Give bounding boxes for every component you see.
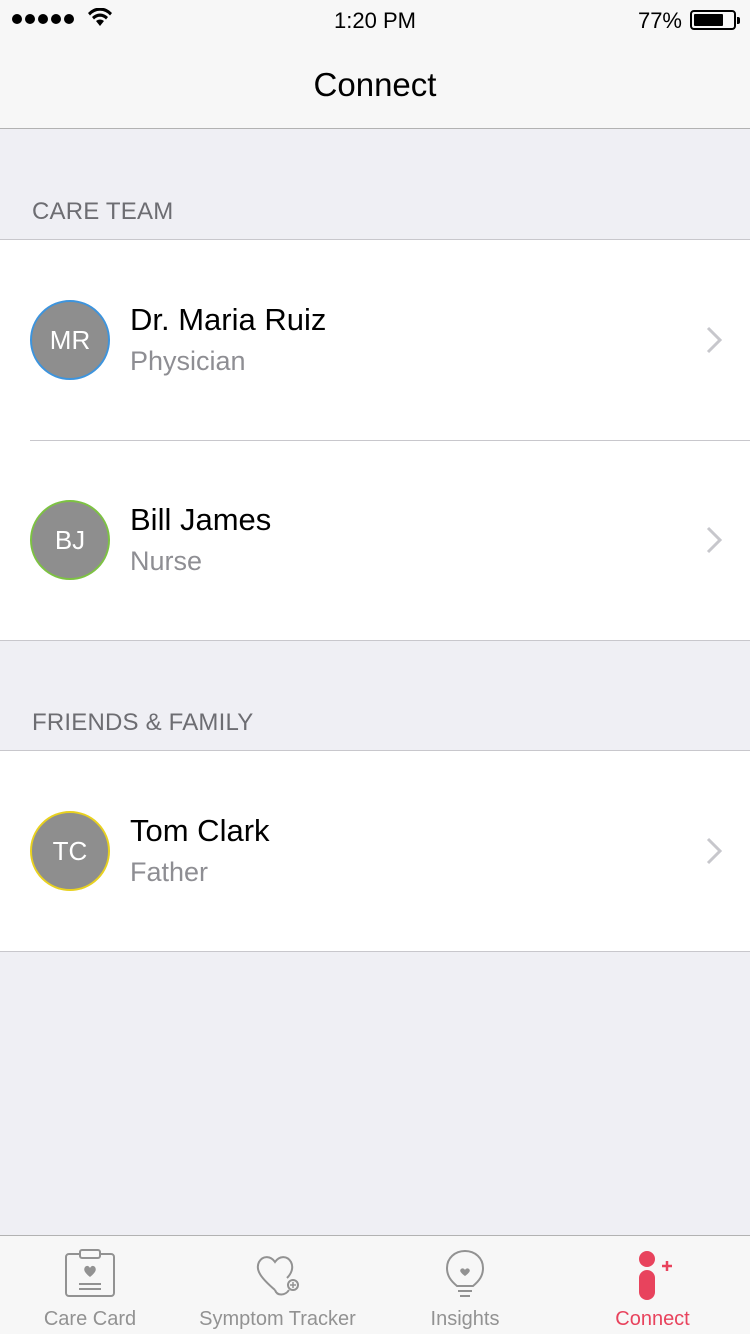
contact-row-maria-ruiz[interactable]: MR Dr. Maria Ruiz Physician: [0, 240, 750, 440]
section-header-care-team: CARE TEAM: [32, 198, 174, 225]
tab-bar: Care Card Symptom Tracker Insights Conne…: [0, 1235, 750, 1334]
tab-label: Symptom Tracker: [199, 1308, 356, 1330]
contact-row-bill-james[interactable]: BJ Bill James Nurse: [0, 440, 750, 640]
contact-role: Nurse: [130, 546, 203, 576]
battery-percentage: 77%: [637, 8, 682, 33]
navigation-bar: Connect: [0, 40, 750, 129]
friends-family-list: TC Tom Clark Father: [0, 750, 750, 952]
battery-icon: [690, 10, 740, 30]
clipboard-heart-icon: [65, 1249, 115, 1297]
tab-connect[interactable]: Connect: [555, 1236, 750, 1334]
contact-name: Bill James: [130, 502, 272, 537]
chevron-right-icon: [706, 837, 722, 865]
avatar: MR: [30, 300, 110, 380]
tab-insights[interactable]: Insights: [375, 1236, 555, 1334]
care-team-list: MR Dr. Maria Ruiz Physician BJ Bill Jame…: [0, 239, 750, 641]
section-header-friends-family: FRIENDS & FAMILY: [32, 709, 254, 736]
person-add-icon: [638, 1251, 672, 1300]
tab-label: Insights: [430, 1308, 500, 1330]
contact-name: Dr. Maria Ruiz: [130, 302, 327, 337]
contact-role: Father: [130, 857, 209, 887]
avatar: TC: [30, 811, 110, 891]
contact-row-tom-clark[interactable]: TC Tom Clark Father: [0, 751, 750, 951]
chevron-right-icon: [706, 526, 722, 554]
tab-label: Care Card: [43, 1308, 137, 1330]
status-bar: 1:20 PM 77%: [0, 0, 750, 40]
tab-symptom-tracker[interactable]: Symptom Tracker: [180, 1236, 375, 1334]
contact-name: Tom Clark: [130, 813, 270, 848]
lightbulb-icon: [445, 1249, 485, 1297]
tab-label: Connect: [615, 1308, 690, 1330]
contact-role: Physician: [130, 346, 246, 376]
avatar: BJ: [30, 500, 110, 580]
tab-care-card[interactable]: Care Card: [0, 1236, 180, 1334]
page-title: Connect: [313, 66, 437, 103]
chevron-right-icon: [706, 326, 722, 354]
stethoscope-icon: [256, 1256, 299, 1296]
